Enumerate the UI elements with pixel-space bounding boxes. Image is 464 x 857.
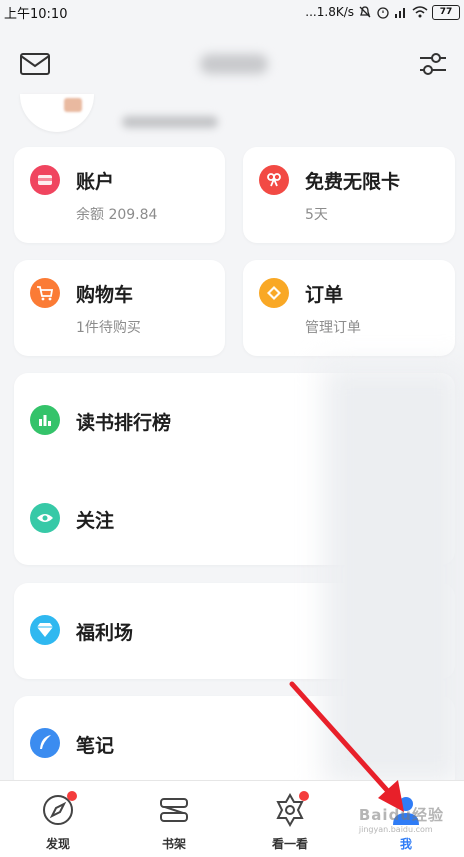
- ribbon-icon: [259, 165, 289, 195]
- cart-pending: 1件待购买: [76, 320, 141, 336]
- account-balance: 余额 209.84: [76, 207, 158, 223]
- notes-label: 笔记: [76, 735, 115, 757]
- welfare-label: 福利场: [76, 622, 134, 644]
- status-icons: ...1.8K/s 77: [305, 4, 460, 20]
- mail-icon[interactable]: [18, 50, 52, 78]
- avatar[interactable]: [20, 94, 94, 132]
- tab-bookshelf[interactable]: 书架: [116, 781, 232, 857]
- mute-bell-icon: [359, 6, 371, 18]
- eye-icon: [30, 503, 60, 533]
- free-card[interactable]: 免费无限卡 5天: [243, 147, 455, 243]
- wifi-icon: [412, 6, 428, 18]
- order-card[interactable]: 订单 管理订单: [243, 260, 455, 356]
- signal-icon: [395, 8, 405, 18]
- alarm-icon: [377, 7, 389, 19]
- network-speed: ...1.8K/s: [305, 5, 354, 19]
- free-card-title: 免费无限卡: [305, 171, 401, 193]
- tab-discover[interactable]: 发现: [0, 781, 116, 857]
- look-badge: [299, 791, 309, 801]
- wallet-icon: [30, 165, 60, 195]
- account-card[interactable]: 账户 余额 209.84: [14, 147, 225, 243]
- blurred-profile-text: [122, 116, 218, 128]
- ranking-label: 读书排行榜: [76, 412, 172, 434]
- order-manage: 管理订单: [305, 320, 361, 336]
- battery-indicator: 77: [432, 4, 460, 20]
- baidu-watermark: Baidu经验 jingyan.baidu.com: [359, 804, 444, 834]
- settings-sliders-icon[interactable]: [416, 50, 450, 80]
- order-title: 订单: [305, 284, 344, 306]
- free-card-days: 5天: [305, 207, 328, 223]
- blurred-username: [200, 54, 268, 74]
- compass-icon: [41, 791, 77, 827]
- star-hexagon-icon: [273, 791, 309, 828]
- tab-look-label: 看一看: [271, 837, 308, 851]
- tab-look[interactable]: 看一看: [232, 781, 348, 857]
- cart-icon: [30, 278, 60, 308]
- watermark-text: Baidu经验: [358, 806, 444, 824]
- order-icon: [259, 278, 289, 308]
- account-title: 账户: [76, 171, 115, 193]
- tab-me-label: 我: [399, 837, 412, 851]
- profile-header: [0, 24, 464, 132]
- diamond-icon: [30, 615, 60, 645]
- watermark-url: jingyan.baidu.com: [358, 825, 433, 834]
- status-bar: 上午10:10 ...1.8K/s 77: [0, 0, 464, 24]
- bar-chart-icon: [30, 405, 60, 435]
- cart-card[interactable]: 购物车 1件待购买: [14, 260, 225, 356]
- status-time: 上午10:10: [4, 6, 68, 22]
- discover-badge: [67, 791, 77, 801]
- follow-label: 关注: [76, 510, 115, 532]
- tab-bookshelf-label: 书架: [161, 837, 186, 851]
- feather-icon: [30, 728, 60, 758]
- bookshelf-icon: [157, 793, 191, 827]
- cart-title: 购物车: [76, 284, 134, 306]
- tab-discover-label: 发现: [45, 837, 70, 851]
- blurred-region: [324, 365, 464, 785]
